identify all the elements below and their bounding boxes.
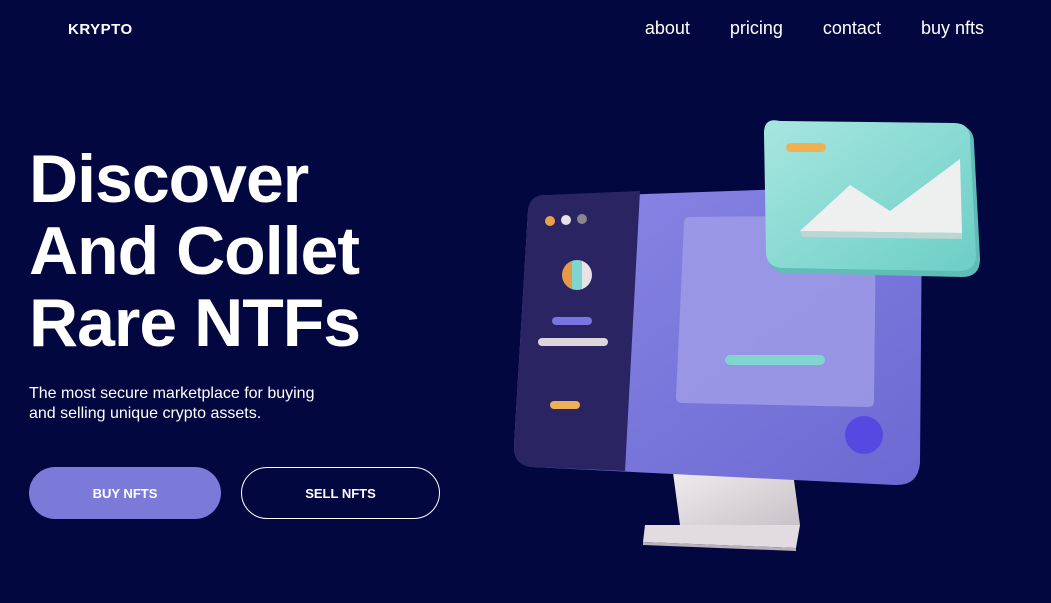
image-tile [764,120,980,277]
nft-computer-illustration [513,120,980,551]
sidebar-bar [550,401,580,409]
hero-title-line: And Collet [29,213,360,289]
nav-link-about[interactable]: about [645,18,690,39]
sidebar-bar [538,338,608,346]
nav-link-pricing[interactable]: pricing [730,18,783,39]
hero-title: Discover And Collet Rare NTFs [29,141,361,361]
main-nav: about pricing contact buy nfts [645,18,984,39]
sidebar-bar [552,317,592,325]
window-dot-icon [561,215,571,225]
action-dot [845,416,883,454]
content-bar [725,355,825,365]
buy-nfts-button[interactable]: BUY NFTS [29,467,221,519]
avatar [562,260,592,290]
window-dot-icon [577,214,587,224]
hero-subtitle-line: and selling unique crypto assets. [29,405,262,422]
nav-link-buy-nfts[interactable]: buy nfts [921,18,984,39]
nav-link-contact[interactable]: contact [823,18,881,39]
logo[interactable]: KRYPTO [68,21,133,38]
hero-title-line: Discover [29,141,309,217]
sell-nfts-button[interactable]: SELL NFTS [241,467,440,519]
hero-subtitle: The most secure marketplace for buying a… [29,384,349,424]
window-dot-icon [545,216,555,226]
hero-title-line: Rare NTFs [29,285,361,361]
hero-subtitle-line: The most secure marketplace for buying [29,385,315,402]
